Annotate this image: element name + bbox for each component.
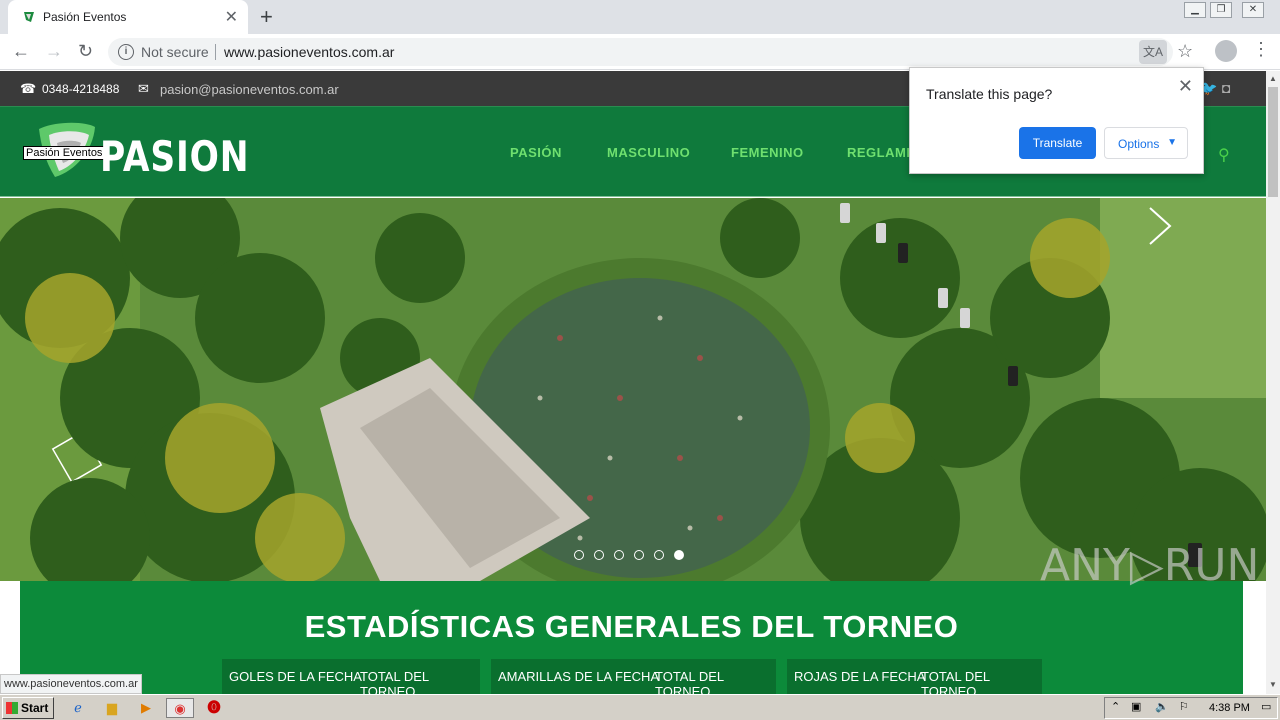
tab-close-icon[interactable]: ✕ [225, 7, 238, 27]
alert-icon[interactable]: ⓿ [200, 698, 228, 718]
translate-button[interactable]: Translate [1019, 127, 1096, 159]
nav-femenino[interactable]: FEMENINO [731, 145, 804, 160]
stats-group-goles: GOLES DE LA FECHA TOTAL DEL TORNEO [222, 659, 480, 694]
logo-wordmark[interactable]: PASION [100, 132, 249, 181]
page-scrollbar[interactable]: ▲ ▼ [1266, 71, 1280, 694]
stats-group-rojas: ROJAS DE LA FECHA TOTAL DEL TORNEO [787, 659, 1042, 694]
scroll-down-icon[interactable]: ▼ [1269, 680, 1277, 689]
media-player-icon[interactable]: ▶ [132, 698, 160, 718]
phone-icon: ☎ [20, 81, 37, 96]
carousel-dot-3[interactable] [614, 550, 624, 560]
ie-icon[interactable]: ℯ [64, 698, 92, 718]
forward-icon[interactable]: → [45, 41, 63, 62]
scrollbar-thumb[interactable] [1268, 87, 1278, 197]
profile-avatar[interactable] [1215, 40, 1237, 62]
tray-expand-icon[interactable]: ⌃ [1111, 700, 1120, 713]
reload-icon[interactable]: ↻ [78, 41, 93, 62]
browser-tab-bar: Pasión Eventos ✕ + ▁ ❐ ✕ [0, 0, 1280, 34]
new-tab-button[interactable]: + [260, 4, 273, 30]
info-icon[interactable]: i [118, 44, 134, 60]
translate-close-icon[interactable]: ✕ [1178, 76, 1193, 97]
minimize-button[interactable]: ▁ [1184, 2, 1206, 18]
search-icon[interactable]: ⚲ [1218, 145, 1230, 165]
phone-number: 0348-4218488 [42, 82, 120, 96]
tab-goles-fecha[interactable]: GOLES DE LA FECHA [229, 669, 362, 684]
network-icon[interactable]: ▣ [1131, 700, 1141, 713]
carousel-dot-4[interactable] [634, 550, 644, 560]
clock[interactable]: 4:38 PM [1209, 702, 1250, 714]
tab-amarillas-total[interactable]: TOTAL DEL TORNEO [655, 669, 776, 694]
stats-section: ESTADÍSTICAS GENERALES DEL TORNEO GOLES … [20, 581, 1243, 694]
site-favicon-icon [24, 12, 34, 22]
nav-masculino[interactable]: MASCULINO [607, 145, 690, 160]
translate-question: Translate this page? [926, 86, 1053, 102]
carousel-dot-5[interactable] [654, 550, 664, 560]
stats-group-amarillas: AMARILLAS DE LA FECHA TOTAL DEL TORNEO [491, 659, 776, 694]
address-bar[interactable]: i Not secure www.pasioneventos.com.ar 文A [108, 38, 1173, 66]
browser-tab[interactable]: Pasión Eventos ✕ [8, 0, 248, 34]
windows-logo-icon [6, 702, 18, 714]
stats-title: ESTADÍSTICAS GENERALES DEL TORNEO [304, 609, 959, 644]
tab-amarillas-fecha[interactable]: AMARILLAS DE LA FECHA [498, 669, 659, 684]
browser-menu-icon[interactable]: ⋮ [1252, 39, 1270, 60]
window-close-button[interactable]: ✕ [1242, 2, 1264, 18]
restore-button[interactable]: ❐ [1210, 2, 1232, 18]
folder-icon[interactable]: ▆ [98, 698, 126, 718]
windows-taskbar: Start ℯ ▆ ▶ ◉ ⓿ ⌃ ▣ 🔈 ⚐ 4:38 PM ▭ [0, 694, 1280, 720]
anyrun-watermark: ANY▷RUN [1040, 540, 1260, 591]
start-button[interactable]: Start [2, 697, 54, 719]
tab-rojas-fecha[interactable]: ROJAS DE LA FECHA [794, 669, 925, 684]
translate-popup: Translate this page? ✕ Translate Options… [909, 67, 1204, 174]
hero-aerial-photo [0, 198, 1266, 581]
flag-icon[interactable]: ⚐ [1179, 700, 1189, 713]
instagram-icon[interactable]: ◘ [1222, 80, 1230, 96]
bookmark-star-icon[interactable]: ☆ [1177, 41, 1193, 62]
scroll-up-icon[interactable]: ▲ [1269, 74, 1277, 83]
system-tray: ⌃ ▣ 🔈 ⚐ 4:38 PM ▭ [1104, 697, 1278, 719]
mail-icon: ✉ [138, 81, 149, 96]
chrome-taskbar-icon[interactable]: ◉ [166, 698, 194, 718]
translate-icon[interactable]: 文A [1139, 40, 1167, 64]
security-label[interactable]: Not secure [141, 44, 209, 60]
carousel-dot-1[interactable] [574, 550, 584, 560]
tab-rojas-total[interactable]: TOTAL DEL TORNEO [921, 669, 1042, 694]
carousel-dot-2[interactable] [594, 550, 604, 560]
options-label: Options [1118, 137, 1160, 151]
url-text[interactable]: www.pasioneventos.com.ar [224, 44, 394, 60]
nav-pasion[interactable]: PASIÓN [510, 145, 562, 160]
omnibox-divider [215, 44, 216, 60]
tab-title: Pasión Eventos [43, 10, 127, 24]
status-bar-url: www.pasioneventos.com.ar [0, 674, 142, 694]
browser-toolbar: ← → ↻ i Not secure www.pasioneventos.com… [0, 34, 1280, 70]
back-icon[interactable]: ← [12, 41, 30, 62]
tab-goles-total[interactable]: TOTAL DEL TORNEO [360, 669, 480, 694]
start-label: Start [21, 701, 49, 715]
volume-icon[interactable]: 🔈 [1155, 700, 1169, 713]
dropdown-arrow-icon: ▼ [1167, 137, 1177, 148]
show-desktop-icon[interactable]: ▭ [1261, 700, 1271, 713]
translate-options-button[interactable]: Options ▼ [1104, 127, 1188, 159]
carousel-dot-6-active[interactable] [674, 550, 684, 560]
email-link[interactable]: pasion@pasioneventos.com.ar [160, 82, 339, 97]
logo-alt-text: Pasión Eventos [23, 146, 106, 160]
